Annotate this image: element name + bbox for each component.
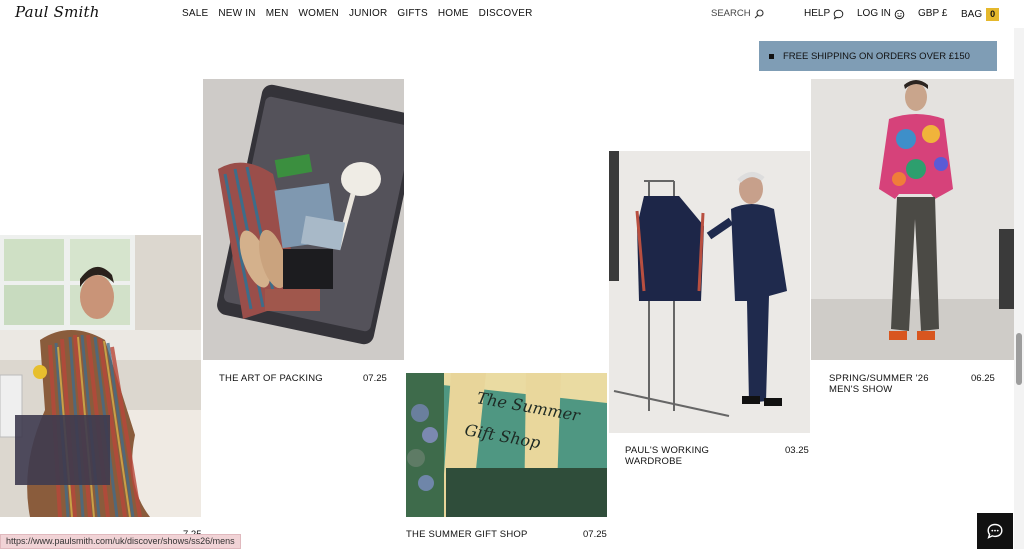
article-image-striped-robe[interactable] <box>0 235 201 518</box>
nav-home[interactable]: HOME <box>438 8 469 20</box>
bag-count-badge: 0 <box>986 8 1000 21</box>
article-image-art-of-packing[interactable] <box>203 79 419 360</box>
article-title-packing[interactable]: THE ART OF PACKING <box>219 373 323 384</box>
runway-model-illustration <box>811 79 1014 360</box>
robe-man-illustration <box>0 235 201 518</box>
chat-bubble-icon <box>833 9 844 20</box>
nav-gifts[interactable]: GIFTS <box>397 8 427 20</box>
article-title-working-wardrobe-line2: WARDROBE <box>625 456 683 467</box>
scrollbar-thumb[interactable] <box>1016 333 1022 385</box>
page-scrollbar[interactable] <box>1014 28 1024 549</box>
free-shipping-banner[interactable]: FREE SHIPPING ON ORDERS OVER £150 <box>759 41 997 71</box>
article-image-spring-summer-26[interactable] <box>811 79 1014 360</box>
nav-discover[interactable]: DISCOVER <box>479 8 533 20</box>
search-button[interactable]: SEARCH <box>711 8 764 20</box>
article-title-spring-summer-line1: SPRING/SUMMER '26 <box>829 373 929 384</box>
help-button[interactable]: HELP <box>804 8 844 20</box>
nav-junior[interactable]: JUNIOR <box>349 8 387 20</box>
bag-label: BAG <box>961 8 983 20</box>
nav-sale[interactable]: SALE <box>182 8 208 20</box>
article-date-working-wardrobe: 03.25 <box>785 445 809 456</box>
wardrobe-illustration <box>609 151 810 433</box>
article-title-working-wardrobe[interactable]: PAUL'S WORKING WARDROBE <box>625 445 709 467</box>
bag-button[interactable]: BAG 0 <box>961 8 1000 21</box>
search-label: SEARCH <box>711 8 751 19</box>
suitcase-illustration <box>203 79 419 360</box>
banner-text: FREE SHIPPING ON ORDERS OVER £150 <box>783 50 970 62</box>
currency-selector[interactable]: GBP £ <box>918 8 947 20</box>
nav-women[interactable]: WOMEN <box>299 8 339 20</box>
gift-shop-illustration: The Summer Gift Shop <box>406 373 607 517</box>
live-chat-button[interactable] <box>977 513 1013 549</box>
article-date-summer-gift-shop: 07.25 <box>583 529 607 540</box>
square-bullet-icon <box>769 53 774 59</box>
article-image-summer-gift-shop[interactable]: The Summer Gift Shop <box>406 373 607 517</box>
status-bar-url: https://www.paulsmith.com/uk/discover/sh… <box>0 534 241 549</box>
article-date-packing: 07.25 <box>363 373 387 384</box>
nav-new-in[interactable]: NEW IN <box>218 8 255 20</box>
help-label: HELP <box>804 8 831 19</box>
article-image-working-wardrobe[interactable] <box>609 151 810 433</box>
smiley-icon <box>894 9 905 19</box>
chat-icon <box>987 523 1003 539</box>
login-button[interactable]: LOG IN <box>857 8 905 20</box>
nav-men[interactable]: MEN <box>266 8 289 20</box>
currency-label: GBP £ <box>918 8 948 19</box>
paul-smith-logo[interactable]: Paul Smith <box>15 3 100 21</box>
article-date-spring-summer-26: 06.25 <box>971 373 995 384</box>
login-label: LOG IN <box>857 8 891 19</box>
article-title-spring-summer-26[interactable]: SPRING/SUMMER '26 MEN'S SHOW <box>829 373 929 395</box>
article-title-working-wardrobe-line1: PAUL'S WORKING <box>625 445 710 456</box>
main-nav: SALE NEW IN MEN WOMEN JUNIOR GIFTS HOME … <box>182 8 543 20</box>
search-icon <box>754 9 764 19</box>
article-title-spring-summer-line2: MEN'S SHOW <box>829 384 893 395</box>
site-header: Paul Smith SALE NEW IN MEN WOMEN JUNIOR … <box>0 0 1024 28</box>
article-title-summer-gift-shop[interactable]: THE SUMMER GIFT SHOP <box>406 529 528 540</box>
